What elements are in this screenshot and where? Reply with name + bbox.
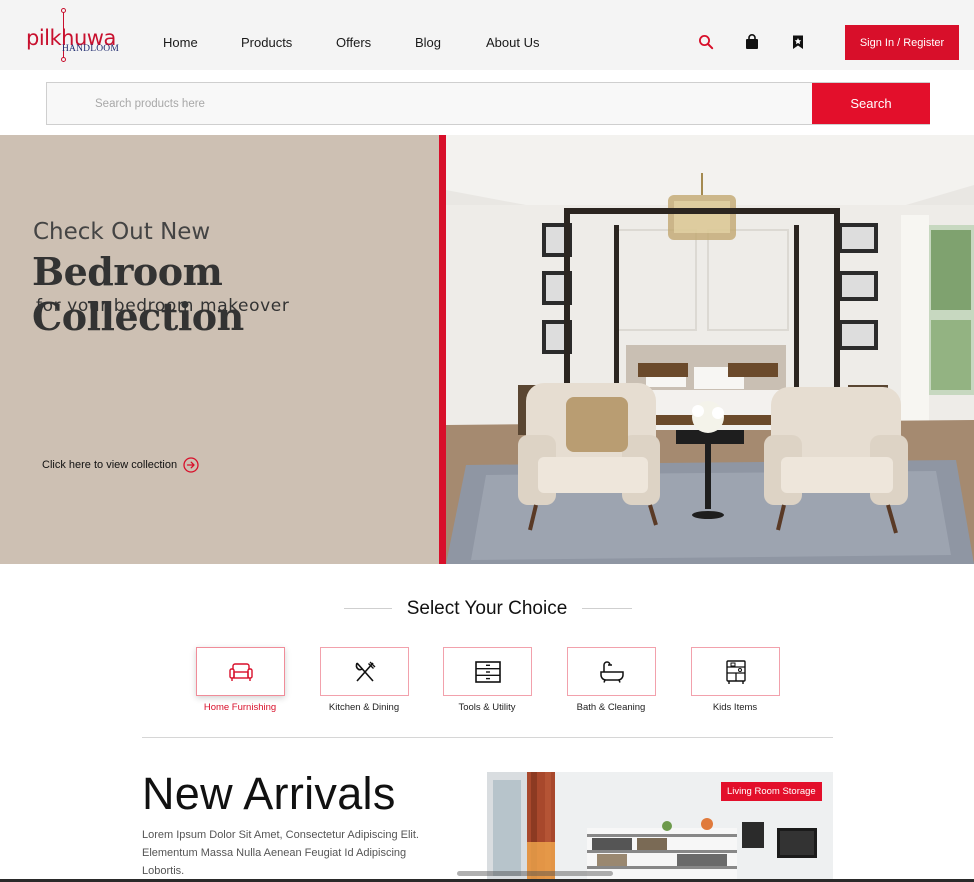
logo-subtitle: HANDLOOM xyxy=(62,44,120,54)
category-label[interactable]: Kitchen & Dining xyxy=(304,702,424,713)
sofa-icon xyxy=(228,662,253,681)
bookmark-icon[interactable] xyxy=(790,34,806,50)
drawer-icon xyxy=(474,660,501,683)
category-home-furnishing[interactable] xyxy=(196,647,285,696)
hero-subline: for your bedroom makeover xyxy=(36,296,290,316)
nav-about-us[interactable]: About Us xyxy=(486,35,539,50)
shopping-bag-icon[interactable] xyxy=(744,34,760,50)
nav-blog[interactable]: Blog xyxy=(415,35,441,50)
new-arrivals-description: Lorem Ipsum Dolor Sit Amet, Consectetur … xyxy=(142,829,419,877)
nav-offers[interactable]: Offers xyxy=(336,35,371,50)
logo-dot xyxy=(61,8,66,13)
hero-kicker: Check Out New xyxy=(33,219,211,245)
category-badge[interactable]: Living Room Storage xyxy=(721,782,822,801)
hero-banner: Check Out New Bedroom Collection for you… xyxy=(0,135,974,564)
nav-products[interactable]: Products xyxy=(241,35,292,50)
section-title-select-choice: Select Your Choice xyxy=(406,598,568,619)
view-collection-link[interactable]: Click here to view collection xyxy=(42,457,199,473)
bathtub-icon xyxy=(599,660,624,683)
category-bath-cleaning[interactable] xyxy=(567,647,656,696)
fork-knife-icon xyxy=(355,661,375,682)
hero-text-panel: Check Out New Bedroom Collection for you… xyxy=(0,135,439,564)
category-label[interactable]: Kids Items xyxy=(675,702,795,713)
search-icon[interactable] xyxy=(698,34,714,50)
search-input[interactable] xyxy=(48,84,812,124)
search-button[interactable]: Search xyxy=(812,83,930,124)
category-label[interactable]: Home Furnishing xyxy=(180,702,300,713)
category-tools-utility[interactable] xyxy=(443,647,532,696)
new-arrivals-title: New Arrivals xyxy=(142,768,396,819)
category-kids-items[interactable] xyxy=(691,647,780,696)
hero-headline: Bedroom Collection xyxy=(32,249,244,339)
horizontal-scrollbar[interactable] xyxy=(457,871,613,876)
hero-accent-bar xyxy=(439,135,446,564)
arrow-circle-right-icon[interactable] xyxy=(183,457,199,473)
kids-cabinet-icon xyxy=(725,659,746,684)
title-rule-right xyxy=(582,608,632,609)
nav-home[interactable]: Home xyxy=(163,35,198,50)
category-label[interactable]: Bath & Cleaning xyxy=(551,702,671,713)
category-label[interactable]: Tools & Utility xyxy=(427,702,547,713)
brand-logo[interactable]: pilkhuwa HANDLOOM xyxy=(26,8,122,62)
site-header: pilkhuwa HANDLOOM Home Products Offers B… xyxy=(0,0,974,70)
logo-dot xyxy=(61,57,66,62)
view-collection-label: Click here to view collection xyxy=(42,459,178,471)
category-kitchen-dining[interactable] xyxy=(320,647,409,696)
sign-in-register-button[interactable]: Sign In / Register xyxy=(845,25,959,60)
section-divider xyxy=(142,737,833,738)
bedroom-photo xyxy=(446,135,974,564)
search-bar: Search xyxy=(46,82,930,125)
